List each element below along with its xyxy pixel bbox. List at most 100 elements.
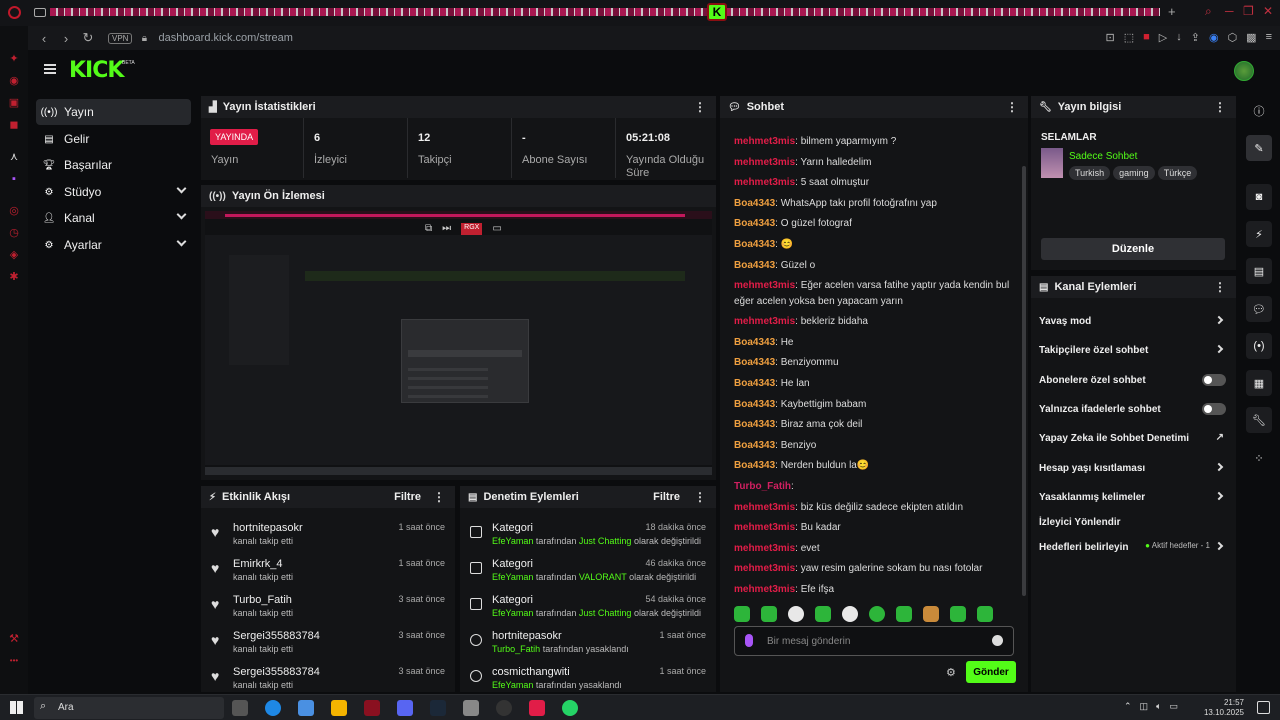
lightning-icon[interactable]: ⚡︎ <box>1246 221 1272 247</box>
tab-strip[interactable] <box>50 8 1160 16</box>
player-icon[interactable]: ◎ <box>7 204 21 218</box>
download-icon[interactable]: ↓ <box>1176 31 1182 44</box>
moderation-row[interactable]: Kategori 46 dakika önce EfeYaman tarafın… <box>460 554 716 590</box>
new-tab-icon[interactable]: + <box>1168 4 1176 19</box>
wrench-rail-icon[interactable]: 🔧︎ <box>1246 407 1272 433</box>
chat-username[interactable]: mehmet3mis <box>734 316 795 327</box>
action-ai-moderation[interactable]: Yapay Zeka ile Sohbet Denetimi ↗ <box>1039 427 1228 449</box>
moderation-row[interactable]: Kategori 54 dakika önce EfeYaman tarafın… <box>460 590 716 626</box>
chat-message[interactable]: Turbo_Fatih: <box>734 479 1014 495</box>
chat-username[interactable]: Boa4343 <box>734 337 775 348</box>
moderation-row[interactable]: cosmicthangwiti 1 saat önce EfeYaman tar… <box>460 662 716 692</box>
moderation-row[interactable]: Kategori 18 dakika önce EfeYaman tarafın… <box>460 518 716 554</box>
emote-icon[interactable] <box>734 606 750 622</box>
sidebar-item-yayin[interactable]: ((•)) Yayın <box>36 99 191 125</box>
opera-logo-icon[interactable] <box>8 6 21 19</box>
emote-icon[interactable] <box>815 606 831 622</box>
action-account-age[interactable]: Hesap yaşı kısıtlaması <box>1039 457 1228 479</box>
chat-username[interactable]: Boa4343 <box>734 260 775 271</box>
chat-message[interactable]: Boa4343: Kaybettigim babam <box>734 397 1014 413</box>
notification-icon[interactable] <box>1257 701 1270 714</box>
task-view-icon[interactable] <box>232 700 248 716</box>
action-subscribers-only[interactable]: Abonelere özel sohbet <box>1039 369 1228 391</box>
opera-taskbar-icon[interactable] <box>364 700 380 716</box>
emoji-picker-icon[interactable] <box>992 635 1003 646</box>
chat-username[interactable]: mehmet3mis <box>734 280 795 291</box>
chat-username[interactable]: Boa4343 <box>734 218 775 229</box>
close-icon[interactable]: ✕ <box>1263 4 1273 18</box>
category-link[interactable]: Sadece Sohbet <box>1069 151 1137 162</box>
edit-button[interactable]: Düzenle <box>1041 238 1225 260</box>
app-icon[interactable] <box>529 700 545 716</box>
chat-username[interactable]: mehmet3mis <box>734 522 795 533</box>
activity-row[interactable]: ♥ Sergei355883784 kanalı takip etti 3 sa… <box>201 626 455 662</box>
obs-icon[interactable] <box>496 700 512 716</box>
adblock-icon[interactable]: ■ <box>1143 31 1150 44</box>
chat-username[interactable]: mehmet3mis <box>734 502 795 513</box>
sidebar-item-studyo[interactable]: ⚙ Stüdyo <box>36 179 191 205</box>
chat-message[interactable]: Boa4343: Güzel o <box>734 258 1014 274</box>
twitch-icon[interactable]: ▪ <box>7 172 21 186</box>
filter-button[interactable]: Filtre <box>394 491 421 503</box>
user-avatar[interactable] <box>1234 61 1254 81</box>
chat-message[interactable]: mehmet3mis: evet <box>734 541 1014 557</box>
url-field[interactable]: dashboard.kick.com/stream <box>158 32 293 44</box>
microphone-icon[interactable] <box>745 634 753 647</box>
action-banned-words[interactable]: Yasaklanmış kelimeler <box>1039 486 1228 508</box>
hamburger-menu-icon[interactable] <box>44 64 56 74</box>
camera-icon[interactable]: ◙ <box>1246 184 1272 210</box>
explorer-icon[interactable] <box>331 700 347 716</box>
stream-preview-video[interactable]: ⧉ ⏭ RGX ▭ <box>205 211 712 475</box>
chat-username[interactable]: Boa4343 <box>734 460 775 471</box>
chat-message[interactable]: Boa4343: O güzel fotograf <box>734 216 1014 232</box>
settings-rail-icon[interactable]: ✱ <box>7 270 21 284</box>
chat-message[interactable]: mehmet3mis: 5 saat olmuştur <box>734 175 1014 191</box>
minimize-icon[interactable]: ─ <box>1225 4 1234 18</box>
windows-start-icon[interactable] <box>10 701 23 714</box>
activity-row[interactable]: ♥ Sergei355883784 kanalı takip etti 3 sa… <box>201 662 455 692</box>
chat-username[interactable]: mehmet3mis <box>734 136 795 147</box>
volume-icon[interactable]: 🔈︎ <box>1156 701 1161 712</box>
more-rail-icon[interactable]: ••• <box>7 654 21 668</box>
wallet-rail-icon[interactable]: ▣ <box>7 96 21 110</box>
history-icon[interactable]: ◷ <box>7 226 21 240</box>
emote-icon[interactable] <box>842 606 858 622</box>
kick-tab-icon[interactable]: K <box>707 3 727 21</box>
chat-username[interactable]: Boa4343 <box>734 239 775 250</box>
kebab-menu-icon[interactable]: ⋮ <box>433 490 445 504</box>
sidebar-item-basarilar[interactable]: 🏆︎ Başarılar <box>36 152 191 178</box>
chat-username[interactable]: Boa4343 <box>734 378 775 389</box>
activity-row[interactable]: ♥ Turbo_Fatih kanalı takip etti 3 saat ö… <box>201 590 455 626</box>
store-icon[interactable] <box>298 700 314 716</box>
chat-message[interactable]: Boa4343: He lan <box>734 376 1014 392</box>
document-icon[interactable]: ▤ <box>1246 258 1272 284</box>
extension-icon[interactable]: ◉ <box>1209 31 1219 44</box>
emote-icon[interactable] <box>869 606 885 622</box>
sidebar-item-kanal[interactable]: 👤︎ Kanal <box>36 205 191 231</box>
crypto-icon[interactable]: ◼ <box>7 118 21 132</box>
chat-message[interactable]: mehmet3mis: Bu kadar <box>734 520 1014 536</box>
kebab-menu-icon[interactable]: ⋮ <box>1214 100 1226 114</box>
chat-username[interactable]: Boa4343 <box>734 419 775 430</box>
forward-icon[interactable]: › <box>60 31 72 46</box>
sidebar-item-ayarlar[interactable]: ⚙ Ayarlar <box>36 232 191 258</box>
chat-username[interactable]: mehmet3mis <box>734 563 795 574</box>
chevron-up-icon[interactable]: ⌃ <box>1124 701 1132 712</box>
pin-icon[interactable]: ⚒ <box>7 632 21 646</box>
menu-icon[interactable]: ≡ <box>1266 31 1272 44</box>
steam-icon[interactable] <box>430 700 446 716</box>
taskbar-search[interactable]: ⌕ Ara <box>34 697 224 719</box>
emote-icon[interactable] <box>950 606 966 622</box>
chat-username[interactable]: Boa4343 <box>734 399 775 410</box>
chat-message[interactable]: mehmet3mis: bekleriz bidaha <box>734 314 1014 330</box>
chat-message[interactable]: mehmet3mis: Eğer acelen varsa fatihe yap… <box>734 278 1014 310</box>
action-emotes-only[interactable]: Yalnızca ifadelerle sohbet <box>1039 398 1228 420</box>
app-icon[interactable] <box>463 700 479 716</box>
kebab-menu-icon[interactable]: ⋮ <box>694 100 706 114</box>
chat-message[interactable]: Boa4343: Benziyo <box>734 438 1014 454</box>
chat-message[interactable]: Boa4343: Benziyommu <box>734 355 1014 371</box>
play-icon[interactable]: ▷ <box>1159 31 1167 44</box>
taskbar-clock[interactable]: 21:57 13.10.2025 <box>1204 698 1244 718</box>
back-icon[interactable]: ‹ <box>38 31 50 46</box>
chat-username[interactable]: mehmet3mis <box>734 157 795 168</box>
